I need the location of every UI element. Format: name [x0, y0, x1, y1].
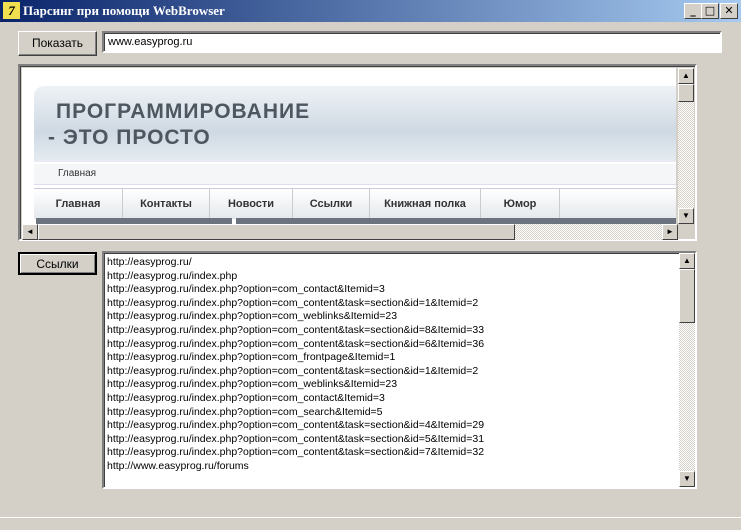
scroll-up-button[interactable]: ▲ [678, 68, 694, 84]
list-item: http://easyprog.ru/index.php?option=com_… [107, 296, 479, 309]
menu-item-home[interactable]: Главная [34, 189, 123, 219]
maximize-button[interactable]: □ [701, 3, 719, 19]
list-item: http://easyprog.ru/index.php?option=com_… [107, 310, 398, 323]
list-item: http://easyprog.ru/index.php?option=com_… [107, 405, 383, 418]
menu-item-humor[interactable]: Юмор [481, 189, 560, 219]
breadcrumb-home[interactable]: Главная [58, 168, 96, 179]
close-button[interactable]: ✕ [720, 3, 738, 19]
site-title-line2: - ЭТО ПРОСТО [48, 126, 211, 149]
list-item: http://easyprog.ru/index.php?option=com_… [107, 337, 485, 350]
taskbar-strip [0, 517, 741, 530]
scroll-down-button[interactable]: ▼ [678, 208, 694, 224]
list-item: http://easyprog.ru/index.php?option=com_… [107, 364, 479, 377]
title-bar: 7 Парсинг при помощи WebBrowser _ □ ✕ [0, 0, 741, 22]
site-menu: Главная Контакты Новости Ссылки Книжная … [34, 188, 676, 219]
list-item: http://easyprog.ru/index.php?option=com_… [107, 378, 398, 391]
links-scroll-thumb[interactable] [679, 269, 695, 323]
links-scroll-up-button[interactable]: ▲ [679, 253, 695, 269]
list-item: http://www.easyprog.ru/forums [107, 459, 249, 472]
scroll-right-button[interactable]: ► [662, 224, 678, 240]
site-header: ПРОГРАММИРОВАНИЕ - ЭТО ПРОСТО [34, 86, 676, 162]
site-title-line1: ПРОГРАММИРОВАНИЕ [56, 100, 311, 123]
links-vscrollbar[interactable]: ▲ ▼ [679, 253, 695, 487]
links-list: http://easyprog.ru/ http://easyprog.ru/i… [107, 256, 677, 474]
list-item: http://easyprog.ru/index.php?option=com_… [107, 432, 485, 445]
menu-item-links[interactable]: Ссылки [293, 189, 370, 219]
address-input[interactable]: www.easyprog.ru [102, 31, 722, 53]
window-title: Парсинг при помощи WebBrowser [23, 3, 225, 18]
list-item: http://easyprog.ru/ [107, 256, 192, 268]
links-button[interactable]: Ссылки [18, 252, 97, 275]
browser-viewport: ПРОГРАММИРОВАНИЕ - ЭТО ПРОСТО Главная Гл… [22, 68, 676, 224]
menu-item-news[interactable]: Новости [210, 189, 293, 219]
menu-item-bookshelf[interactable]: Книжная полка [370, 189, 481, 219]
list-item: http://easyprog.ru/index.php?option=com_… [107, 351, 396, 364]
links-scroll-down-button[interactable]: ▼ [679, 471, 695, 487]
show-button[interactable]: Показать [18, 31, 97, 56]
web-browser[interactable]: ПРОГРАММИРОВАНИЕ - ЭТО ПРОСТО Главная Гл… [18, 64, 697, 241]
hscroll-thumb[interactable] [38, 224, 515, 240]
browser-hscrollbar[interactable]: ◄ ► [22, 224, 678, 240]
scroll-thumb[interactable] [678, 84, 694, 102]
links-textarea[interactable]: http://easyprog.ru/ http://easyprog.ru/i… [102, 251, 697, 489]
minimize-button[interactable]: _ [684, 3, 702, 19]
list-item: http://easyprog.ru/index.php [107, 269, 238, 282]
menu-item-contacts[interactable]: Контакты [123, 189, 210, 219]
list-item: http://easyprog.ru/index.php?option=com_… [107, 283, 385, 296]
list-item: http://easyprog.ru/index.php?option=com_… [107, 391, 385, 404]
breadcrumb: Главная [34, 164, 676, 185]
browser-vscrollbar[interactable]: ▲ ▼ [678, 68, 694, 224]
list-item: http://easyprog.ru/index.php?option=com_… [107, 323, 485, 336]
app-icon: 7 [3, 2, 20, 19]
list-item: http://easyprog.ru/index.php?option=com_… [107, 419, 485, 432]
scroll-left-button[interactable]: ◄ [22, 224, 38, 240]
list-item: http://easyprog.ru/index.php?option=com_… [107, 446, 485, 459]
